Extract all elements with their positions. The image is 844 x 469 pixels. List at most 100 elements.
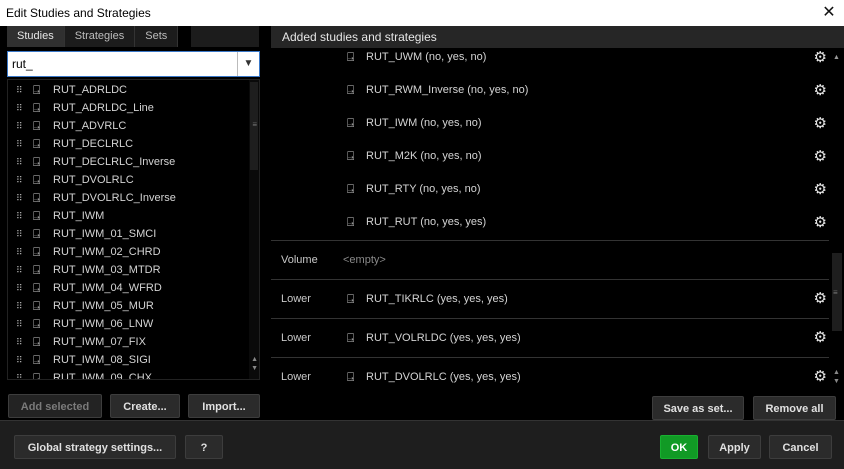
list-item[interactable]: ⠿ ⍈ RUT_DECLRLC_Inverse xyxy=(8,153,248,171)
study-label: RUT_IWM_03_MTDR xyxy=(53,264,161,276)
ok-button[interactable]: OK xyxy=(660,435,698,459)
drag-grip-icon[interactable]: ⠿ xyxy=(16,225,23,243)
chevron-down-icon[interactable]: ▼ xyxy=(237,52,259,76)
study-script-icon: ⍈ xyxy=(33,281,41,295)
study-script-icon: ⍈ xyxy=(33,173,41,187)
study-script-icon: ⍈ xyxy=(33,371,41,380)
added-scrollbar[interactable]: ▲ ≡ ▲ ▼ xyxy=(830,48,844,388)
list-scrollbar[interactable]: ≡ ▲ ▼ xyxy=(249,80,259,379)
study-script-icon: ⍈ xyxy=(33,137,41,151)
gear-icon[interactable]: ⚙ xyxy=(814,74,827,107)
strategy-label: RUT_UWM (no, yes, no) xyxy=(366,51,487,63)
drag-grip-icon[interactable]: ⠿ xyxy=(16,243,23,261)
drag-grip-icon[interactable]: ⠿ xyxy=(16,333,23,351)
drag-grip-icon[interactable]: ⠿ xyxy=(16,279,23,297)
drag-grip-icon[interactable]: ⠿ xyxy=(16,297,23,315)
strategy-label: RUT_RWM_Inverse (no, yes, no) xyxy=(366,84,529,96)
strategy-row[interactable]: ⍈ RUT_RWM_Inverse (no, yes, no) ⚙ xyxy=(271,74,833,107)
volume-row: Volume <empty> xyxy=(271,241,833,279)
drag-grip-icon[interactable]: ⠿ xyxy=(16,135,23,153)
close-icon[interactable]: ✕ xyxy=(814,0,844,26)
study-script-icon: ⍈ xyxy=(33,119,41,133)
list-item[interactable]: ⠿ ⍈ RUT_DECLRLC xyxy=(8,135,248,153)
study-list: ≡ ▲ ▼ ⠿ ⍈ RUT_ADRLDC ⠿ ⍈ RUT_ADRLDC_Line ⠿ ⍈ RUT_… xyxy=(7,79,260,380)
gear-icon[interactable]: ⚙ xyxy=(814,140,827,173)
list-item[interactable]: ⠿ ⍈ RUT_IWM_08_SIGI xyxy=(8,351,248,369)
drag-grip-icon[interactable]: ⠿ xyxy=(16,153,23,171)
study-script-icon: ⍈ xyxy=(33,245,41,259)
list-item[interactable]: ⠿ ⍈ RUT_DVOLRLC xyxy=(8,171,248,189)
drag-grip-icon[interactable]: ⠿ xyxy=(16,207,23,225)
lower-study-row[interactable]: Lower ⍈ RUT_TIKRLC (yes, yes, yes) ⚙ xyxy=(271,280,833,318)
gear-icon[interactable]: ⚙ xyxy=(814,48,827,74)
strategy-row[interactable]: ⍈ RUT_M2K (no, yes, no) ⚙ xyxy=(271,140,833,173)
search-combobox[interactable]: ▼ xyxy=(7,51,260,77)
gear-icon[interactable]: ⚙ xyxy=(814,107,827,140)
list-item[interactable]: ⠿ ⍈ RUT_IWM_03_MTDR xyxy=(8,261,248,279)
drag-grip-icon[interactable]: ⠿ xyxy=(16,351,23,369)
scroll-up-icon[interactable]: ▲ xyxy=(833,54,840,61)
lower-label: Lower xyxy=(281,332,311,344)
strategy-row[interactable]: ⍈ RUT_UWM (no, yes, no) ⚙ xyxy=(271,48,833,74)
study-label: RUT_IWM_01_SMCI xyxy=(53,228,157,240)
gear-icon[interactable]: ⚙ xyxy=(814,280,827,318)
tab-studies[interactable]: Studies xyxy=(7,26,65,47)
list-item[interactable]: ⠿ ⍈ RUT_IWM_02_CHRD xyxy=(8,243,248,261)
strategy-label: RUT_M2K (no, yes, no) xyxy=(366,150,482,162)
apply-button[interactable]: Apply xyxy=(708,435,761,459)
gear-icon[interactable]: ⚙ xyxy=(814,358,827,388)
lower-study-row[interactable]: Lower ⍈ RUT_DVOLRLC (yes, yes, yes) ⚙ xyxy=(271,358,833,388)
list-item[interactable]: ⠿ ⍈ RUT_IWM_04_WFRD xyxy=(8,279,248,297)
import-button[interactable]: Import... xyxy=(188,394,260,418)
drag-grip-icon[interactable]: ⠿ xyxy=(16,369,23,379)
gear-icon[interactable]: ⚙ xyxy=(814,319,827,357)
gear-icon[interactable]: ⚙ xyxy=(814,206,827,239)
tab-strategies[interactable]: Strategies xyxy=(64,26,136,47)
list-item[interactable]: ⠿ ⍈ RUT_IWM_01_SMCI xyxy=(8,225,248,243)
scroll-arrows-icon[interactable]: ▲ ▼ xyxy=(251,355,258,373)
search-input[interactable] xyxy=(12,56,232,72)
scroll-arrows-icon[interactable]: ▲ ▼ xyxy=(833,368,840,386)
remove-all-button[interactable]: Remove all xyxy=(753,396,836,420)
lower-study-row[interactable]: Lower ⍈ RUT_VOLRLDC (yes, yes, yes) ⚙ xyxy=(271,319,833,357)
strategy-row[interactable]: ⍈ RUT_RUT (no, yes, yes) ⚙ xyxy=(271,206,833,239)
strategy-label: RUT_RUT (no, yes, yes) xyxy=(366,216,487,228)
dialog-body: Studies Strategies Sets ▼ ≡ ▲▼ ⠿ ⍈ RUT_ADR… xyxy=(0,26,844,420)
drag-grip-icon[interactable]: ⠿ xyxy=(16,117,23,135)
study-script-icon: ⍈ xyxy=(33,299,41,313)
list-item[interactable]: ⠿ ⍈ RUT_ADRLDC_Line xyxy=(8,99,248,117)
strategy-label: RUT_RTY (no, yes, no) xyxy=(366,183,481,195)
strategy-row[interactable]: ⍈ RUT_RTY (no, yes, no) ⚙ xyxy=(271,173,833,206)
drag-grip-icon[interactable]: ⠿ xyxy=(16,99,23,117)
drag-grip-icon[interactable]: ⠿ xyxy=(16,189,23,207)
list-item[interactable]: ⠿ ⍈ RUT_IWM_05_MUR xyxy=(8,297,248,315)
drag-grip-icon[interactable]: ⠿ xyxy=(16,171,23,189)
tab-bar-fill xyxy=(191,26,259,47)
help-button[interactable]: ? xyxy=(185,435,223,459)
gear-icon[interactable]: ⚙ xyxy=(814,173,827,206)
list-item[interactable]: ⠿ ⍈ RUT_DVOLRLC_Inverse xyxy=(8,189,248,207)
study-label: RUT_IWM_04_WFRD xyxy=(53,282,162,294)
added-list: ⍈ RUT_UWM (no, yes, no) ⚙ ⍈ RUT_RWM_Inverse … xyxy=(271,48,833,388)
strategy-row[interactable]: ⍈ RUT_IWM (no, yes, no) ⚙ xyxy=(271,107,833,140)
list-item[interactable]: ⠿ ⍈ RUT_IWM xyxy=(8,207,248,225)
create-button[interactable]: Create... xyxy=(110,394,180,418)
list-item[interactable]: ⠿ ⍈ RUT_IWM_07_FIX xyxy=(8,333,248,351)
study-label: RUT_IWM_08_SIGI xyxy=(53,354,151,366)
save-as-set-button[interactable]: Save as set... xyxy=(652,396,744,420)
drag-grip-icon[interactable]: ⠿ xyxy=(16,315,23,333)
list-item[interactable]: ⠿ ⍈ RUT_IWM_09_CHX xyxy=(8,369,248,380)
volume-label: Volume xyxy=(281,254,318,266)
drag-grip-icon[interactable]: ⠿ xyxy=(16,261,23,279)
add-selected-button[interactable]: Add selected xyxy=(8,394,102,418)
drag-grip-icon[interactable]: ⠿ xyxy=(16,81,23,99)
global-strategy-settings-button[interactable]: Global strategy settings... xyxy=(14,435,176,459)
cancel-button[interactable]: Cancel xyxy=(769,435,832,459)
study-script-icon: ⍈ xyxy=(347,215,355,229)
tab-sets[interactable]: Sets xyxy=(135,26,179,47)
list-item[interactable]: ⠿ ⍈ RUT_ADVRLC xyxy=(8,117,248,135)
list-item[interactable]: ⠿ ⍈ RUT_ADRLDC xyxy=(8,81,248,99)
study-script-icon: ⍈ xyxy=(347,182,355,196)
study-script-icon: ⍈ xyxy=(33,155,41,169)
list-item[interactable]: ⠿ ⍈ RUT_IWM_06_LNW xyxy=(8,315,248,333)
